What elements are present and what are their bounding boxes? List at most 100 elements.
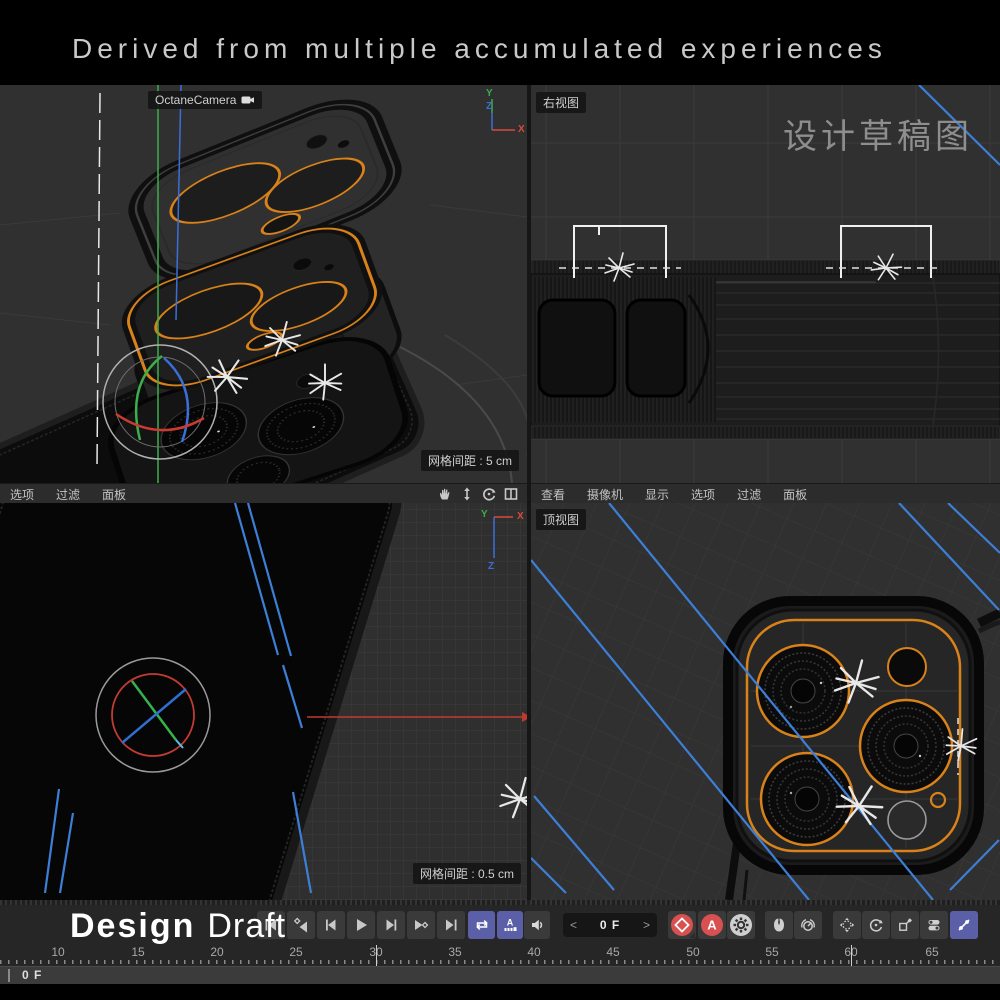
- ruler-tick: 40: [527, 945, 540, 959]
- major-tick-30: [376, 945, 377, 966]
- viewport-label[interactable]: 顶视图: [536, 509, 586, 530]
- record-keyframe-icon: [669, 912, 695, 938]
- menu-view[interactable]: 查看: [541, 486, 565, 503]
- top-banner: Derived from multiple accumulated experi…: [0, 0, 1000, 85]
- viewport-label[interactable]: 右视图: [536, 92, 586, 113]
- play-icon: [353, 917, 369, 933]
- x-axis-arrow: [307, 712, 527, 722]
- timeline-position-bar[interactable]: 0 F: [0, 966, 1000, 984]
- pla-key-icon: [956, 917, 972, 933]
- menu-panel[interactable]: 面板: [102, 486, 126, 503]
- watermark-text: 设计草稿图: [783, 109, 973, 158]
- menu-filter[interactable]: 过滤: [737, 486, 761, 503]
- keyframe-settings-button[interactable]: [727, 911, 755, 939]
- perspective-menubar: 选项 过滤 面板: [0, 483, 527, 505]
- menu-camera[interactable]: 摄像机: [587, 486, 623, 503]
- rotation-key-icon: [868, 917, 884, 933]
- rotate-view-icon[interactable]: [481, 486, 497, 502]
- viewport-front-view[interactable]: Y X Z 网格间距 : 0.5 cm: [0, 503, 527, 900]
- viewport-perspective[interactable]: Y Z X OctaneCamera 网格间距 : 5 cm: [0, 85, 527, 483]
- camera-icon: [241, 95, 255, 105]
- go-to-start-icon: [263, 917, 279, 933]
- menu-filter[interactable]: 过滤: [56, 486, 80, 503]
- flash-circle: [888, 648, 926, 686]
- ruler-tick: 20: [210, 945, 223, 959]
- ruler-tick: 65: [925, 945, 938, 959]
- loop-icon: [474, 917, 490, 933]
- sound-button[interactable]: [524, 911, 550, 939]
- axis-x-label: X: [517, 511, 524, 522]
- design-draft-title: DesignDraft: [70, 907, 286, 946]
- title-bold: Design: [70, 907, 195, 945]
- pla-key-button[interactable]: [950, 911, 978, 939]
- svg-text:A: A: [507, 918, 514, 928]
- play-button[interactable]: [347, 911, 375, 939]
- menu-options[interactable]: 选项: [691, 486, 715, 503]
- sparkle: [500, 778, 527, 817]
- go-to-end-button[interactable]: [437, 911, 465, 939]
- camera-label-chip[interactable]: OctaneCamera: [148, 91, 262, 109]
- mic-circle: [888, 801, 926, 839]
- next-frame-button[interactable]: [377, 911, 405, 939]
- previous-frame-button[interactable]: [317, 911, 345, 939]
- axis-z-label: Z: [488, 561, 494, 572]
- right-view-menubar: 查看 摄像机 显示 选项 过滤 面板: [531, 483, 1000, 505]
- bottom-strip: [0, 984, 1000, 1000]
- frame-counter-value: 0 F: [600, 918, 620, 932]
- grid-spacing-label: 网格间距 : 0.5 cm: [413, 863, 521, 884]
- ruler-tick: 50: [686, 945, 699, 959]
- frame-next-chevron[interactable]: >: [643, 918, 650, 932]
- menu-display[interactable]: 显示: [645, 486, 669, 503]
- viewport-top-view[interactable]: 顶视图: [531, 503, 1000, 900]
- axis-y-label: Y: [486, 88, 493, 99]
- playhead-marker[interactable]: [8, 969, 10, 982]
- frame-prev-chevron[interactable]: <: [570, 918, 577, 932]
- viewport-right-view[interactable]: 右视图 设计草稿图: [531, 85, 1000, 483]
- scale-key-button[interactable]: [891, 911, 919, 939]
- zoom-view-icon[interactable]: [459, 486, 475, 502]
- grid-spacing-label: 网格间距 : 5 cm: [421, 450, 519, 471]
- phone-body[interactable]: [0, 503, 409, 900]
- camera-name: OctaneCamera: [155, 93, 236, 107]
- ruler-tick: 45: [606, 945, 619, 959]
- ruler-tick: 10: [51, 945, 64, 959]
- rotation-key-button[interactable]: [862, 911, 890, 939]
- loop-playback-button[interactable]: [468, 911, 495, 939]
- mouse-input-button[interactable]: [765, 911, 793, 939]
- camera-module[interactable]: [728, 601, 1000, 900]
- axis-z-label: Z: [486, 101, 492, 112]
- timeline-ruler[interactable]: 10 15 20 25 30 35 40 45 50 55 60 65: [0, 945, 1000, 966]
- toggle-layout-icon[interactable]: [503, 486, 519, 502]
- next-key-icon: [413, 917, 429, 933]
- major-tick-60: [851, 945, 852, 966]
- go-to-end-icon: [443, 917, 459, 933]
- auto-keyframe-button[interactable]: A: [698, 911, 726, 939]
- top-view-scene: [531, 503, 1000, 900]
- position-key-button[interactable]: [833, 911, 861, 939]
- next-key-button[interactable]: [407, 911, 435, 939]
- frame-counter-field[interactable]: < 0 F >: [563, 913, 657, 937]
- next-frame-icon: [383, 917, 399, 933]
- timeline-bar: DesignDraft: [0, 905, 1000, 945]
- go-to-start-button[interactable]: [257, 911, 285, 939]
- axis-x-label: X: [518, 124, 525, 135]
- mouse-icon: [771, 917, 787, 933]
- axis-y-label: Y: [481, 509, 488, 520]
- app-window: Derived from multiple accumulated experi…: [0, 0, 1000, 1000]
- ruler-tick: 15: [131, 945, 144, 959]
- menu-options[interactable]: 选项: [10, 486, 34, 503]
- parameter-toggle-button[interactable]: [920, 911, 948, 939]
- menu-panel[interactable]: 面板: [783, 486, 807, 503]
- previous-frame-icon: [323, 917, 339, 933]
- record-keyframe-button[interactable]: [668, 911, 696, 939]
- ruler-minor-ticks: [0, 960, 1000, 964]
- gear-icon: [728, 912, 754, 938]
- pan-hand-icon[interactable]: [437, 486, 453, 502]
- previous-key-button[interactable]: [287, 911, 315, 939]
- axis-gizmo: [492, 99, 515, 130]
- viewport-divider[interactable]: [527, 85, 531, 900]
- ruler-tick: 35: [448, 945, 461, 959]
- dial-icon: [800, 917, 816, 933]
- dial-input-button[interactable]: [794, 911, 822, 939]
- keyframe-display-button[interactable]: A: [497, 911, 523, 939]
